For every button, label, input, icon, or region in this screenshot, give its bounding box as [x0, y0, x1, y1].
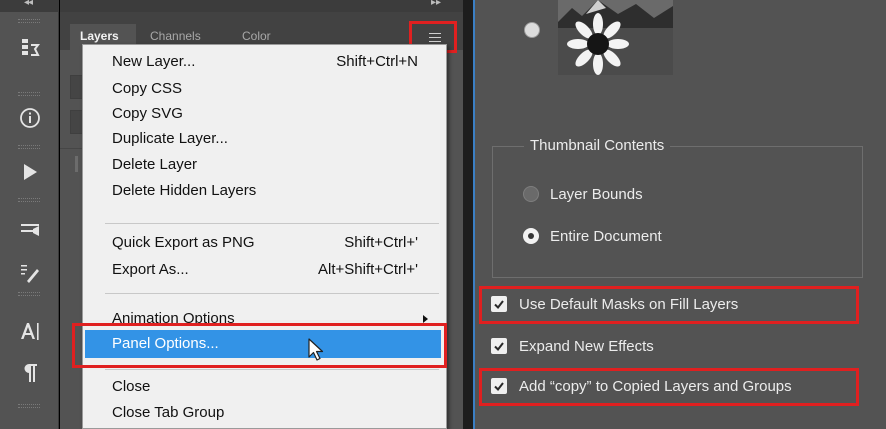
menu-item-duplicate-layer[interactable]: Duplicate Layer...	[83, 127, 443, 150]
layers-panel-flyout-menu: New Layer... Shift+Ctrl+N Copy CSS Copy …	[82, 44, 447, 429]
checkbox-default-masks[interactable]	[491, 296, 507, 312]
menu-item-export-as[interactable]: Export As... Alt+Shift+Ctrl+'	[83, 258, 443, 281]
checkmark-icon	[494, 300, 504, 310]
grip-handle[interactable]	[18, 145, 40, 149]
grip-handle[interactable]	[18, 19, 40, 23]
menu-item-delete-layer[interactable]: Delete Layer	[83, 153, 443, 176]
grip-handle[interactable]	[18, 404, 40, 408]
panel-divider	[60, 148, 82, 149]
radio-entire-document-label: Entire Document	[550, 228, 662, 245]
thumbnail-preview-image	[558, 0, 673, 75]
menu-separator	[105, 223, 439, 224]
play-actions-icon[interactable]	[14, 157, 46, 187]
hamburger-menu-icon	[429, 33, 441, 42]
menu-item-copy-css[interactable]: Copy CSS	[83, 77, 443, 100]
brush-settings-icon[interactable]	[14, 258, 46, 288]
paragraph-icon[interactable]	[14, 358, 46, 388]
menu-item-close-tab-group[interactable]: Close Tab Group	[83, 401, 443, 424]
panel-options-dialog: Thumbnail Contents Layer Bounds Entire D…	[473, 0, 886, 429]
expand-arrows-icon[interactable]: ▸▸	[431, 0, 441, 8]
checkmark-icon	[494, 342, 504, 352]
menu-item-delete-hidden-layers[interactable]: Delete Hidden Layers	[83, 179, 443, 202]
radio-layer-bounds[interactable]	[523, 186, 539, 202]
thumbnail-size-radio[interactable]	[524, 22, 540, 38]
checkbox-add-copy-label: Add “copy” to Copied Layers and Groups	[519, 378, 792, 395]
grip-handle[interactable]	[18, 292, 40, 296]
brush-presets-icon[interactable]	[14, 215, 46, 245]
radio-layer-bounds-label: Layer Bounds	[550, 186, 643, 203]
menu-separator	[105, 293, 439, 294]
checkbox-add-copy[interactable]	[491, 378, 507, 394]
submenu-arrow-icon	[423, 315, 428, 323]
checkbox-expand-effects[interactable]	[491, 338, 507, 354]
panel-topbar: ▸▸	[60, 0, 463, 12]
character-icon[interactable]	[14, 316, 46, 346]
menu-item-new-layer[interactable]: New Layer... Shift+Ctrl+N	[83, 50, 443, 73]
radio-entire-document[interactable]	[523, 228, 539, 244]
thumbnail-contents-title: Thumbnail Contents	[524, 137, 671, 154]
annotation-box-panel-options	[72, 323, 447, 368]
grip-handle[interactable]	[18, 92, 40, 96]
thumbnail-contents-group	[492, 146, 863, 278]
checkbox-expand-effects-label: Expand New Effects	[519, 338, 654, 355]
checkmark-icon	[494, 382, 504, 392]
history-icon[interactable]	[14, 33, 46, 63]
tab-color[interactable]: Color	[242, 29, 271, 43]
tab-channels[interactable]: Channels	[150, 29, 201, 43]
grip-handle[interactable]	[18, 198, 40, 202]
menu-item-copy-svg[interactable]: Copy SVG	[83, 102, 443, 125]
tool-strip: ◂◂	[0, 0, 59, 429]
mouse-pointer-icon	[308, 338, 324, 361]
checkbox-default-masks-label: Use Default Masks on Fill Layers	[519, 296, 739, 313]
tab-layers[interactable]: Layers	[80, 29, 119, 43]
menu-item-quick-export-png[interactable]: Quick Export as PNG Shift+Ctrl+'	[83, 231, 443, 254]
dialog-backdrop-edge	[463, 0, 473, 429]
menu-item-close[interactable]: Close	[83, 375, 443, 398]
tool-strip-topbar: ◂◂	[0, 0, 59, 12]
info-icon[interactable]	[14, 103, 46, 133]
menu-separator	[105, 369, 439, 370]
lock-row-edge	[75, 156, 78, 172]
collapse-arrows-icon[interactable]: ◂◂	[24, 0, 33, 8]
